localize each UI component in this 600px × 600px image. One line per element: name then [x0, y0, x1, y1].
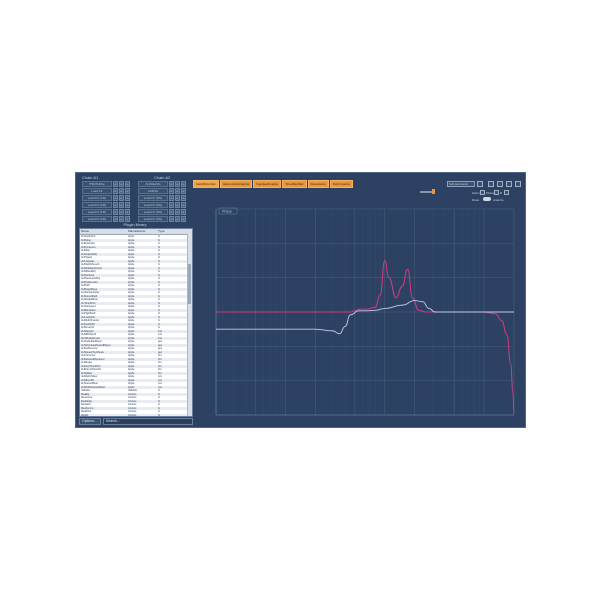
slot-remove-button[interactable]: o — [181, 181, 186, 187]
zoom-checkbox[interactable] — [480, 190, 485, 195]
mode-dropdown[interactable]: Sub Harmonic — [447, 181, 475, 187]
tab-gain-distortion[interactable]: Gain/Distortion — [193, 180, 219, 188]
tab-resonance[interactable]: Resonance — [307, 180, 329, 188]
slot-edit-button[interactable]: e — [175, 181, 180, 187]
tab-bar: Gain/Distortion Harmonics/Analysis Impul… — [193, 180, 353, 188]
library-rows: AUAudioUnit Apple fx AUDelay Apple fx AUDistor… — [80, 235, 192, 416]
level-slider-handle[interactable] — [432, 189, 435, 194]
slot-remove-button[interactable]: o — [125, 188, 130, 194]
slot-edit-button[interactable]: e — [175, 202, 180, 208]
slot-on-button[interactable]: o — [169, 181, 174, 187]
save-icon[interactable] — [477, 181, 483, 187]
slot-remove-button[interactable]: o — [125, 202, 130, 208]
redo-icon[interactable] — [506, 181, 512, 187]
slot-edit-button[interactable]: e — [175, 188, 180, 194]
chain-a-slot[interactable]: PSDTHFhe — [82, 181, 112, 187]
slot-remove-button[interactable]: o — [125, 209, 130, 215]
options-button[interactable]: Options... — [79, 418, 101, 425]
scrollbar-thumb[interactable] — [188, 264, 191, 304]
frequency-response-chart[interactable]: Phase — [198, 201, 518, 423]
slot-on-button[interactable]: o — [113, 209, 118, 215]
settings-icon[interactable] — [515, 181, 521, 187]
plugin-library-table: Name Manufacturer Type AUAudioUnit Apple f… — [79, 228, 193, 417]
slot-on-button[interactable]: o — [169, 209, 174, 215]
library-scrollbar[interactable] — [187, 234, 192, 416]
chain-a-slot[interactable]: Load FX (Filt) — [82, 209, 112, 215]
slot-remove-button[interactable]: o — [181, 209, 186, 215]
header-name[interactable]: Name — [80, 229, 128, 234]
slot-edit-button[interactable]: e — [119, 181, 124, 187]
chain-b-slot[interactable]: Load FX (Sfx) — [138, 195, 168, 201]
chain-b-slot[interactable]: AUDSA — [138, 188, 168, 194]
phase-checkbox[interactable] — [494, 190, 499, 195]
tab-impulse-analyze[interactable]: Impulse/Analyze — [253, 180, 282, 188]
slot-remove-button[interactable]: o — [181, 188, 186, 194]
slot-on-button[interactable]: o — [113, 195, 118, 201]
slot-on-button[interactable]: o — [169, 195, 174, 201]
slot-on-button[interactable]: o — [113, 181, 118, 187]
chain-b-slot[interactable]: Load FX (Sfx) — [138, 209, 168, 215]
slot-on-button[interactable]: o — [169, 188, 174, 194]
slot-edit-button[interactable]: e — [175, 195, 180, 201]
library-title: Plugin library — [123, 222, 147, 227]
chain-a-slot[interactable]: Load FX (Filt) — [82, 195, 112, 201]
chain-b-slot[interactable]: AUFilterMo — [138, 181, 168, 187]
chain-b-slot[interactable]: Load FX (Sfx) — [138, 202, 168, 208]
r-checkbox[interactable] — [504, 190, 509, 195]
slot-on-button[interactable]: o — [113, 188, 118, 194]
header-type[interactable]: Type — [158, 229, 186, 234]
chart-tag: Phase — [222, 210, 232, 214]
slot-remove-button[interactable]: o — [125, 195, 130, 201]
slot-edit-button[interactable]: e — [119, 202, 124, 208]
tab-harmonics-analysis[interactable]: Harmonics/Analysis — [219, 180, 253, 188]
slot-edit-button[interactable]: e — [119, 195, 124, 201]
chain-a-slot[interactable]: Load FX — [82, 188, 112, 194]
slot-remove-button[interactable]: o — [181, 202, 186, 208]
plugin-window: Chain A1 Chain A2 PSDTHFhe o e o Load FX o e o L… — [75, 172, 526, 428]
chain-a-title: Chain A1 — [82, 175, 99, 180]
slot-remove-button[interactable]: o — [125, 181, 130, 187]
chain-a-slot[interactable]: Load FX (Filt) — [82, 202, 112, 208]
slot-edit-button[interactable]: e — [175, 209, 180, 215]
r-label: R — [500, 191, 503, 195]
zoom-label: Zoom — [472, 191, 480, 195]
slot-on-button[interactable]: o — [113, 202, 118, 208]
tab-performance[interactable]: Performance — [329, 180, 353, 188]
slot-edit-button[interactable]: e — [119, 188, 124, 194]
slot-remove-button[interactable]: o — [181, 195, 186, 201]
chain-b-title: Chain A2 — [154, 175, 171, 180]
slot-on-button[interactable]: o — [169, 202, 174, 208]
load-icon[interactable] — [488, 181, 494, 187]
slot-edit-button[interactable]: e — [119, 209, 124, 215]
search-field[interactable]: Search... — [103, 418, 193, 425]
undo-icon[interactable] — [497, 181, 503, 187]
header-manufacturer[interactable]: Manufacturer — [128, 229, 158, 234]
tab-time-rectifier[interactable]: Time/Rectifier — [282, 180, 307, 188]
